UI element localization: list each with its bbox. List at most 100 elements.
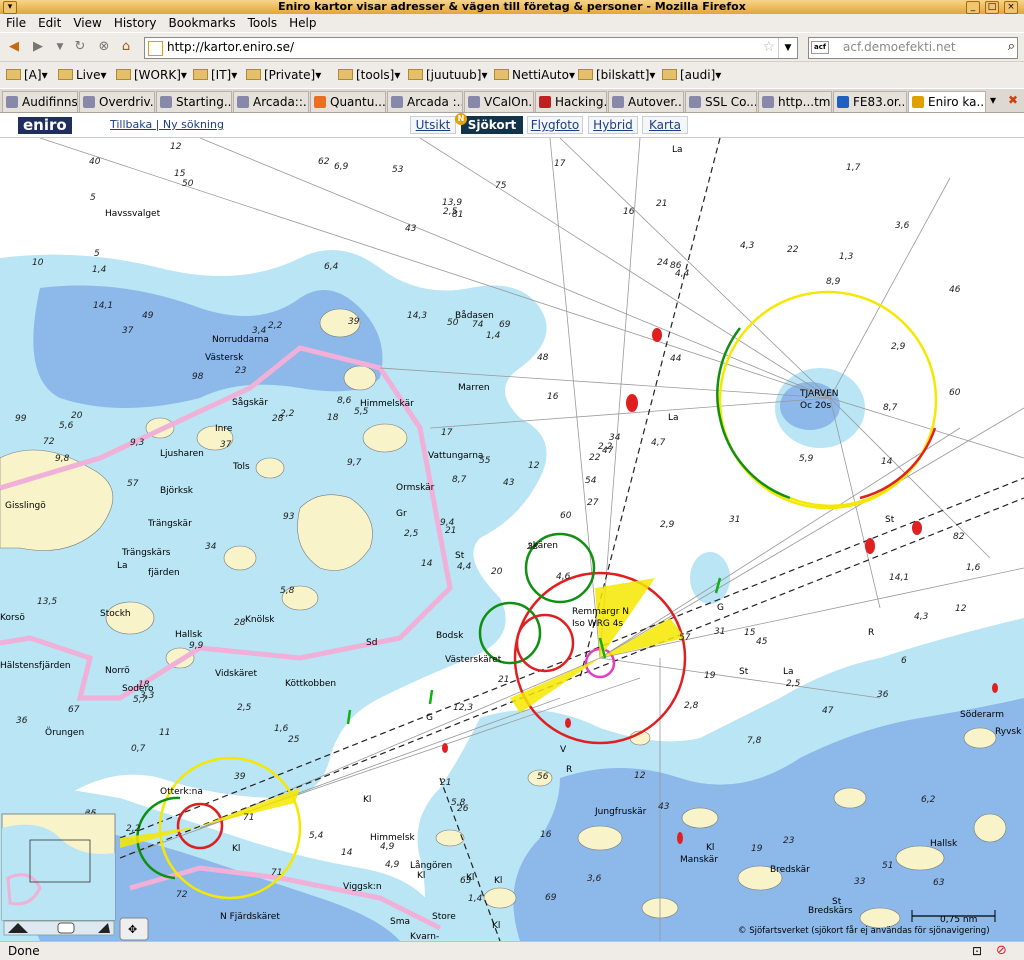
search-box[interactable]: acf acf.demoefekti.net ⌕	[808, 37, 1018, 59]
depth-sounding: 43	[405, 224, 417, 234]
address-dropdown-icon[interactable]: ▼	[778, 38, 797, 58]
bookmark-folder[interactable]: [juutuub]▾	[408, 67, 487, 83]
bookmark-folder[interactable]: Live▾	[58, 67, 107, 83]
back-new-search-link[interactable]: Tillbaka | Ny sökning	[110, 118, 224, 131]
tab-karta[interactable]: Karta	[642, 116, 688, 134]
depth-sounding: 2,2	[598, 442, 613, 452]
stop-button[interactable]: ⊗	[96, 39, 112, 55]
depth-sounding: 63	[933, 878, 945, 888]
browser-tab[interactable]: Hacking...	[535, 91, 607, 112]
address-bar[interactable]: http://kartor.eniro.se/ ☆ ▼	[144, 37, 798, 59]
depth-sounding: 3,3	[140, 691, 155, 701]
tab-utsikt[interactable]: Utsikt	[410, 116, 456, 134]
depth-sounding: 9,3	[130, 438, 145, 448]
bookmark-folder[interactable]: [WORK]▾	[116, 67, 187, 83]
browser-tab[interactable]: Arcada::...	[233, 91, 309, 112]
depth-sounding: 17	[554, 159, 566, 169]
browser-tab[interactable]: Quantu...	[310, 91, 386, 112]
forward-button[interactable]: ▶	[30, 39, 46, 55]
search-engine-icon[interactable]: acf	[811, 41, 829, 54]
chart-mark-label: La	[117, 561, 128, 571]
depth-sounding: 82	[953, 532, 965, 542]
minimize-button[interactable]: _	[966, 1, 980, 14]
depth-sounding: 40	[89, 157, 101, 167]
place-name-label: Västerskäret	[445, 655, 502, 665]
browser-tab[interactable]: Arcada :...	[387, 91, 463, 112]
nautical-chart-map[interactable]: Havssvalget Bådasen Norruddarna Västersk Såg…	[0, 138, 1024, 941]
bookmark-folder[interactable]: [audi]▾	[662, 67, 721, 83]
menu-file[interactable]: File	[0, 14, 32, 32]
chart-mark-label: St	[455, 551, 465, 561]
home-button[interactable]: ⌂	[118, 39, 134, 55]
adblock-icon[interactable]: ⊘	[996, 943, 1007, 958]
back-button[interactable]: ◀	[6, 39, 22, 55]
bookmark-star-icon[interactable]: ☆	[762, 39, 775, 55]
depth-sounding: 6,2	[921, 795, 936, 805]
place-name-label: Trängskärs	[121, 548, 171, 558]
menu-view[interactable]: View	[67, 14, 107, 32]
depth-sounding: 5,9	[799, 454, 814, 464]
menu-edit[interactable]: Edit	[32, 14, 67, 32]
close-tab-icon[interactable]: ✖	[1008, 93, 1018, 107]
depth-sounding: 27	[587, 498, 599, 508]
depth-sounding: 43	[503, 478, 515, 488]
browser-tab[interactable]: http...tml	[758, 91, 832, 112]
tab-flygfoto[interactable]: Flygfoto	[527, 116, 583, 134]
place-name-label: Söderarm	[960, 710, 1004, 720]
security-icon: ⊡	[972, 944, 983, 958]
tab-list-icon[interactable]: ▾	[990, 93, 996, 107]
browser-tab-active[interactable]: Eniro ka...	[908, 91, 986, 112]
bookmark-label: [Private]	[264, 68, 316, 82]
tab-title: Autover...	[628, 95, 684, 109]
bookmark-folder[interactable]: [A]▾	[6, 67, 48, 83]
address-text[interactable]: http://kartor.eniro.se/	[167, 40, 294, 54]
depth-sounding: 34	[609, 433, 621, 443]
depth-sounding: 31	[714, 627, 725, 637]
bookmark-folder[interactable]: [IT]▾	[193, 67, 237, 83]
depth-sounding: 1,7	[846, 163, 861, 173]
menu-bookmarks[interactable]: Bookmarks	[163, 14, 242, 32]
eniro-logo[interactable]: eniro	[18, 117, 72, 134]
bookmark-folder[interactable]: [bilskatt]▾	[578, 67, 655, 83]
place-name-label: Köttkobben	[285, 679, 336, 689]
depth-sounding: 36	[16, 716, 28, 726]
folder-icon	[662, 69, 677, 80]
bookmark-folder[interactable]: [tools]▾	[338, 67, 400, 83]
close-window-button[interactable]: ×	[1004, 1, 1018, 14]
menu-history[interactable]: History	[108, 14, 163, 32]
browser-tab[interactable]: Audifinns	[2, 91, 78, 112]
history-dropdown-icon[interactable]: ▼	[52, 39, 68, 55]
tab-hybrid[interactable]: Hybrid	[588, 116, 638, 134]
folder-icon	[246, 69, 261, 80]
reload-button[interactable]: ↻	[72, 39, 88, 55]
place-name-label: Jungfruskär	[594, 807, 647, 817]
depth-sounding: 15	[174, 169, 186, 179]
search-input[interactable]: acf.demoefekti.net	[843, 40, 956, 54]
browser-tab[interactable]: Autover...	[608, 91, 684, 112]
tab-title: Overdriv...	[99, 95, 155, 109]
depth-sounding: 2,2	[280, 409, 295, 419]
chart-canvas[interactable]: HavssvalgetBådasenNorruddarnaVästerskSåg…	[0, 138, 1024, 941]
search-icon[interactable]: ⌕	[1008, 39, 1015, 54]
status-text: Done	[8, 944, 40, 958]
place-name-label: Hallsk	[175, 630, 203, 640]
depth-sounding: 3,4	[252, 326, 267, 336]
browser-tab[interactable]: Overdriv...	[79, 91, 155, 112]
tab-sjokort[interactable]: Sjökort	[461, 116, 523, 134]
bookmark-folder[interactable]: NettiAuto▾	[494, 67, 575, 83]
depth-sounding: 13,5	[37, 597, 57, 607]
browser-tab[interactable]: VCalOn...	[464, 91, 534, 112]
depth-sounding: 45	[756, 637, 768, 647]
menu-tools[interactable]: Tools	[242, 14, 284, 32]
depth-sounding: 19	[751, 844, 763, 854]
browser-tab[interactable]: SSL Co...	[685, 91, 757, 112]
bookmark-folder[interactable]: [Private]▾	[246, 67, 321, 83]
maximize-button[interactable]: □	[985, 1, 999, 14]
depth-sounding: 2,9	[891, 342, 906, 352]
browser-tab[interactable]: FE83.or...	[833, 91, 907, 112]
menu-help[interactable]: Help	[283, 14, 322, 32]
depth-sounding: 72	[176, 890, 188, 900]
depth-sounding: 5,8	[451, 798, 466, 808]
browser-tab[interactable]: Starting...	[156, 91, 232, 112]
tab-title: FE83.or...	[853, 95, 907, 109]
